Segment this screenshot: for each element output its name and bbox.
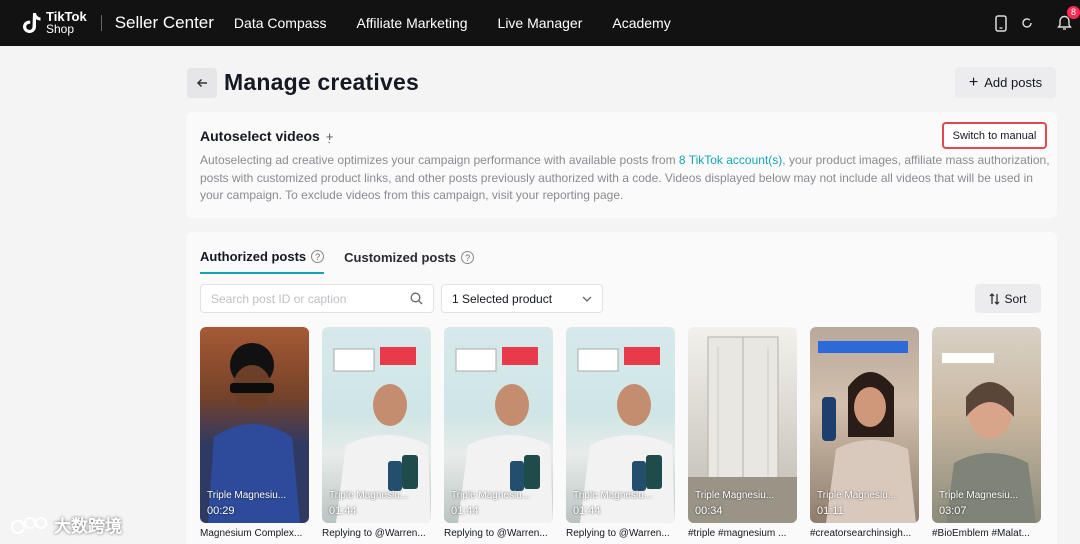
video-card[interactable]: Triple Magnesiu... 00:34 #triple #magnes… bbox=[688, 327, 797, 539]
posts-card: Authorized posts ? Customized posts ? 1 … bbox=[186, 232, 1057, 544]
video-duration: 01:11 bbox=[817, 505, 844, 517]
video-card[interactable]: Triple Magnesiu... 03:07 #BioEmblem #Mal… bbox=[932, 327, 1041, 539]
video-card[interactable]: Triple Magnesiu... 01:11 #creatorsearchi… bbox=[810, 327, 919, 539]
video-caption: Magnesium Complex... bbox=[200, 528, 303, 539]
video-thumbnail[interactable]: Triple Magnesiu... 00:29 bbox=[200, 327, 309, 523]
autoselect-description: Autoselecting ad creative optimizes your… bbox=[200, 153, 1050, 202]
main-nav: Data Compass Affiliate Marketing Live Ma… bbox=[234, 15, 701, 31]
nav-affiliate-marketing[interactable]: Affiliate Marketing bbox=[357, 15, 468, 31]
posts-tabs: Authorized posts ? Customized posts ? bbox=[200, 249, 475, 274]
sort-icon bbox=[990, 292, 1000, 305]
watermark: 大数跨境 bbox=[10, 512, 122, 537]
arrow-left-icon bbox=[196, 78, 207, 88]
back-button[interactable] bbox=[187, 68, 217, 98]
video-grid: Triple Magnesiu... 00:29 Magnesium Compl… bbox=[200, 327, 1041, 539]
autoselect-title: Autoselect videos bbox=[200, 128, 320, 144]
refresh-icon[interactable] bbox=[1021, 17, 1033, 29]
switch-to-manual-button[interactable]: Switch to manual bbox=[942, 122, 1047, 149]
video-duration: 01:44 bbox=[573, 505, 601, 517]
video-title: Triple Magnesiu... bbox=[207, 490, 287, 501]
video-title: Triple Magnesiu... bbox=[939, 490, 1019, 501]
video-card[interactable]: Triple Magnesiu... 01:44 Replying to @Wa… bbox=[322, 327, 431, 539]
video-title: Triple Magnesiu... bbox=[695, 490, 775, 501]
video-thumbnail[interactable]: Triple Magnesiu... 01:44 bbox=[322, 327, 431, 523]
bell-icon[interactable]: 8 bbox=[1057, 6, 1080, 31]
page-title: Manage creatives bbox=[224, 69, 419, 95]
video-duration: 01:44 bbox=[451, 505, 479, 517]
help-icon[interactable]: ? bbox=[461, 251, 475, 264]
sort-label: Sort bbox=[1004, 291, 1027, 306]
post-search-field[interactable] bbox=[200, 284, 434, 313]
sparkle-icon: +̣ bbox=[325, 128, 334, 144]
help-icon[interactable]: ? bbox=[311, 250, 325, 263]
search-input[interactable] bbox=[211, 291, 410, 306]
tab-authorized-posts[interactable]: Authorized posts ? bbox=[200, 249, 325, 274]
chevron-down-icon bbox=[582, 296, 592, 302]
logo-text-shop: Shop bbox=[46, 22, 75, 36]
video-card[interactable]: Triple Magnesiu... 00:29 Magnesium Compl… bbox=[200, 327, 309, 539]
sort-button[interactable]: Sort bbox=[975, 284, 1041, 313]
plus-icon: + bbox=[968, 73, 979, 91]
video-caption: Replying to @Warren... bbox=[444, 528, 548, 539]
tiktok-logo-icon bbox=[23, 13, 41, 33]
video-thumbnail[interactable]: Triple Magnesiu... 01:44 bbox=[566, 327, 675, 523]
video-thumbnail[interactable]: Triple Magnesiu... 01:11 bbox=[810, 327, 919, 523]
video-title: Triple Magnesiu... bbox=[329, 490, 409, 501]
notification-badge: 8 bbox=[1067, 6, 1080, 19]
add-posts-button[interactable]: + Add posts bbox=[955, 67, 1056, 98]
top-navigation-bar: TikTok Shop Seller Center Data Compass A… bbox=[0, 0, 1080, 46]
video-duration: 00:29 bbox=[207, 505, 235, 517]
logo-divider bbox=[100, 15, 102, 31]
video-card[interactable]: Triple Magnesiu... 01:44 Replying to @Wa… bbox=[566, 327, 675, 539]
video-caption: Replying to @Warren... bbox=[566, 528, 670, 539]
video-title: Triple Magnesiu... bbox=[817, 490, 897, 501]
watermark-logo-icon bbox=[11, 516, 47, 534]
nav-live-manager[interactable]: Live Manager bbox=[498, 15, 583, 31]
watermark-text: 大数跨境 bbox=[54, 517, 122, 536]
autoselect-card: Autoselect videos +̣ Switch to manual Au… bbox=[186, 112, 1057, 218]
video-thumbnail[interactable]: Triple Magnesiu... 03:07 bbox=[932, 327, 1041, 523]
seller-center-title[interactable]: Seller Center bbox=[115, 13, 214, 33]
nav-data-compass[interactable]: Data Compass bbox=[234, 15, 327, 31]
video-thumbnail[interactable]: Triple Magnesiu... 00:34 bbox=[688, 327, 797, 523]
tiktok-shop-logo[interactable]: TikTok Shop bbox=[20, 10, 87, 36]
video-caption: #triple #magnesium ... bbox=[688, 528, 787, 539]
video-duration: 03:07 bbox=[939, 505, 967, 517]
video-duration: 01:44 bbox=[329, 505, 357, 517]
video-caption: Replying to @Warren... bbox=[322, 528, 426, 539]
tab-customized-posts[interactable]: Customized posts ? bbox=[344, 249, 475, 274]
nav-academy[interactable]: Academy bbox=[612, 15, 670, 31]
video-duration: 00:34 bbox=[695, 505, 723, 517]
phone-icon[interactable] bbox=[995, 14, 1007, 32]
video-title: Triple Magnesiu... bbox=[573, 490, 653, 501]
product-filter-select[interactable]: 1 Selected product bbox=[441, 284, 603, 313]
search-icon bbox=[410, 292, 423, 305]
video-thumbnail[interactable]: Triple Magnesiu... 01:44 bbox=[444, 327, 553, 523]
add-posts-label: Add posts bbox=[984, 75, 1043, 90]
tiktok-accounts-link[interactable]: 8 TikTok account(s) bbox=[679, 153, 782, 167]
video-card[interactable]: Triple Magnesiu... 01:44 Replying to @Wa… bbox=[444, 327, 553, 539]
product-filter-value: 1 Selected product bbox=[452, 291, 553, 306]
video-title: Triple Magnesiu... bbox=[451, 490, 531, 501]
video-caption: #BioEmblem #Malat... bbox=[932, 528, 1030, 539]
video-caption: #creatorsearchinsigh... bbox=[810, 528, 912, 539]
